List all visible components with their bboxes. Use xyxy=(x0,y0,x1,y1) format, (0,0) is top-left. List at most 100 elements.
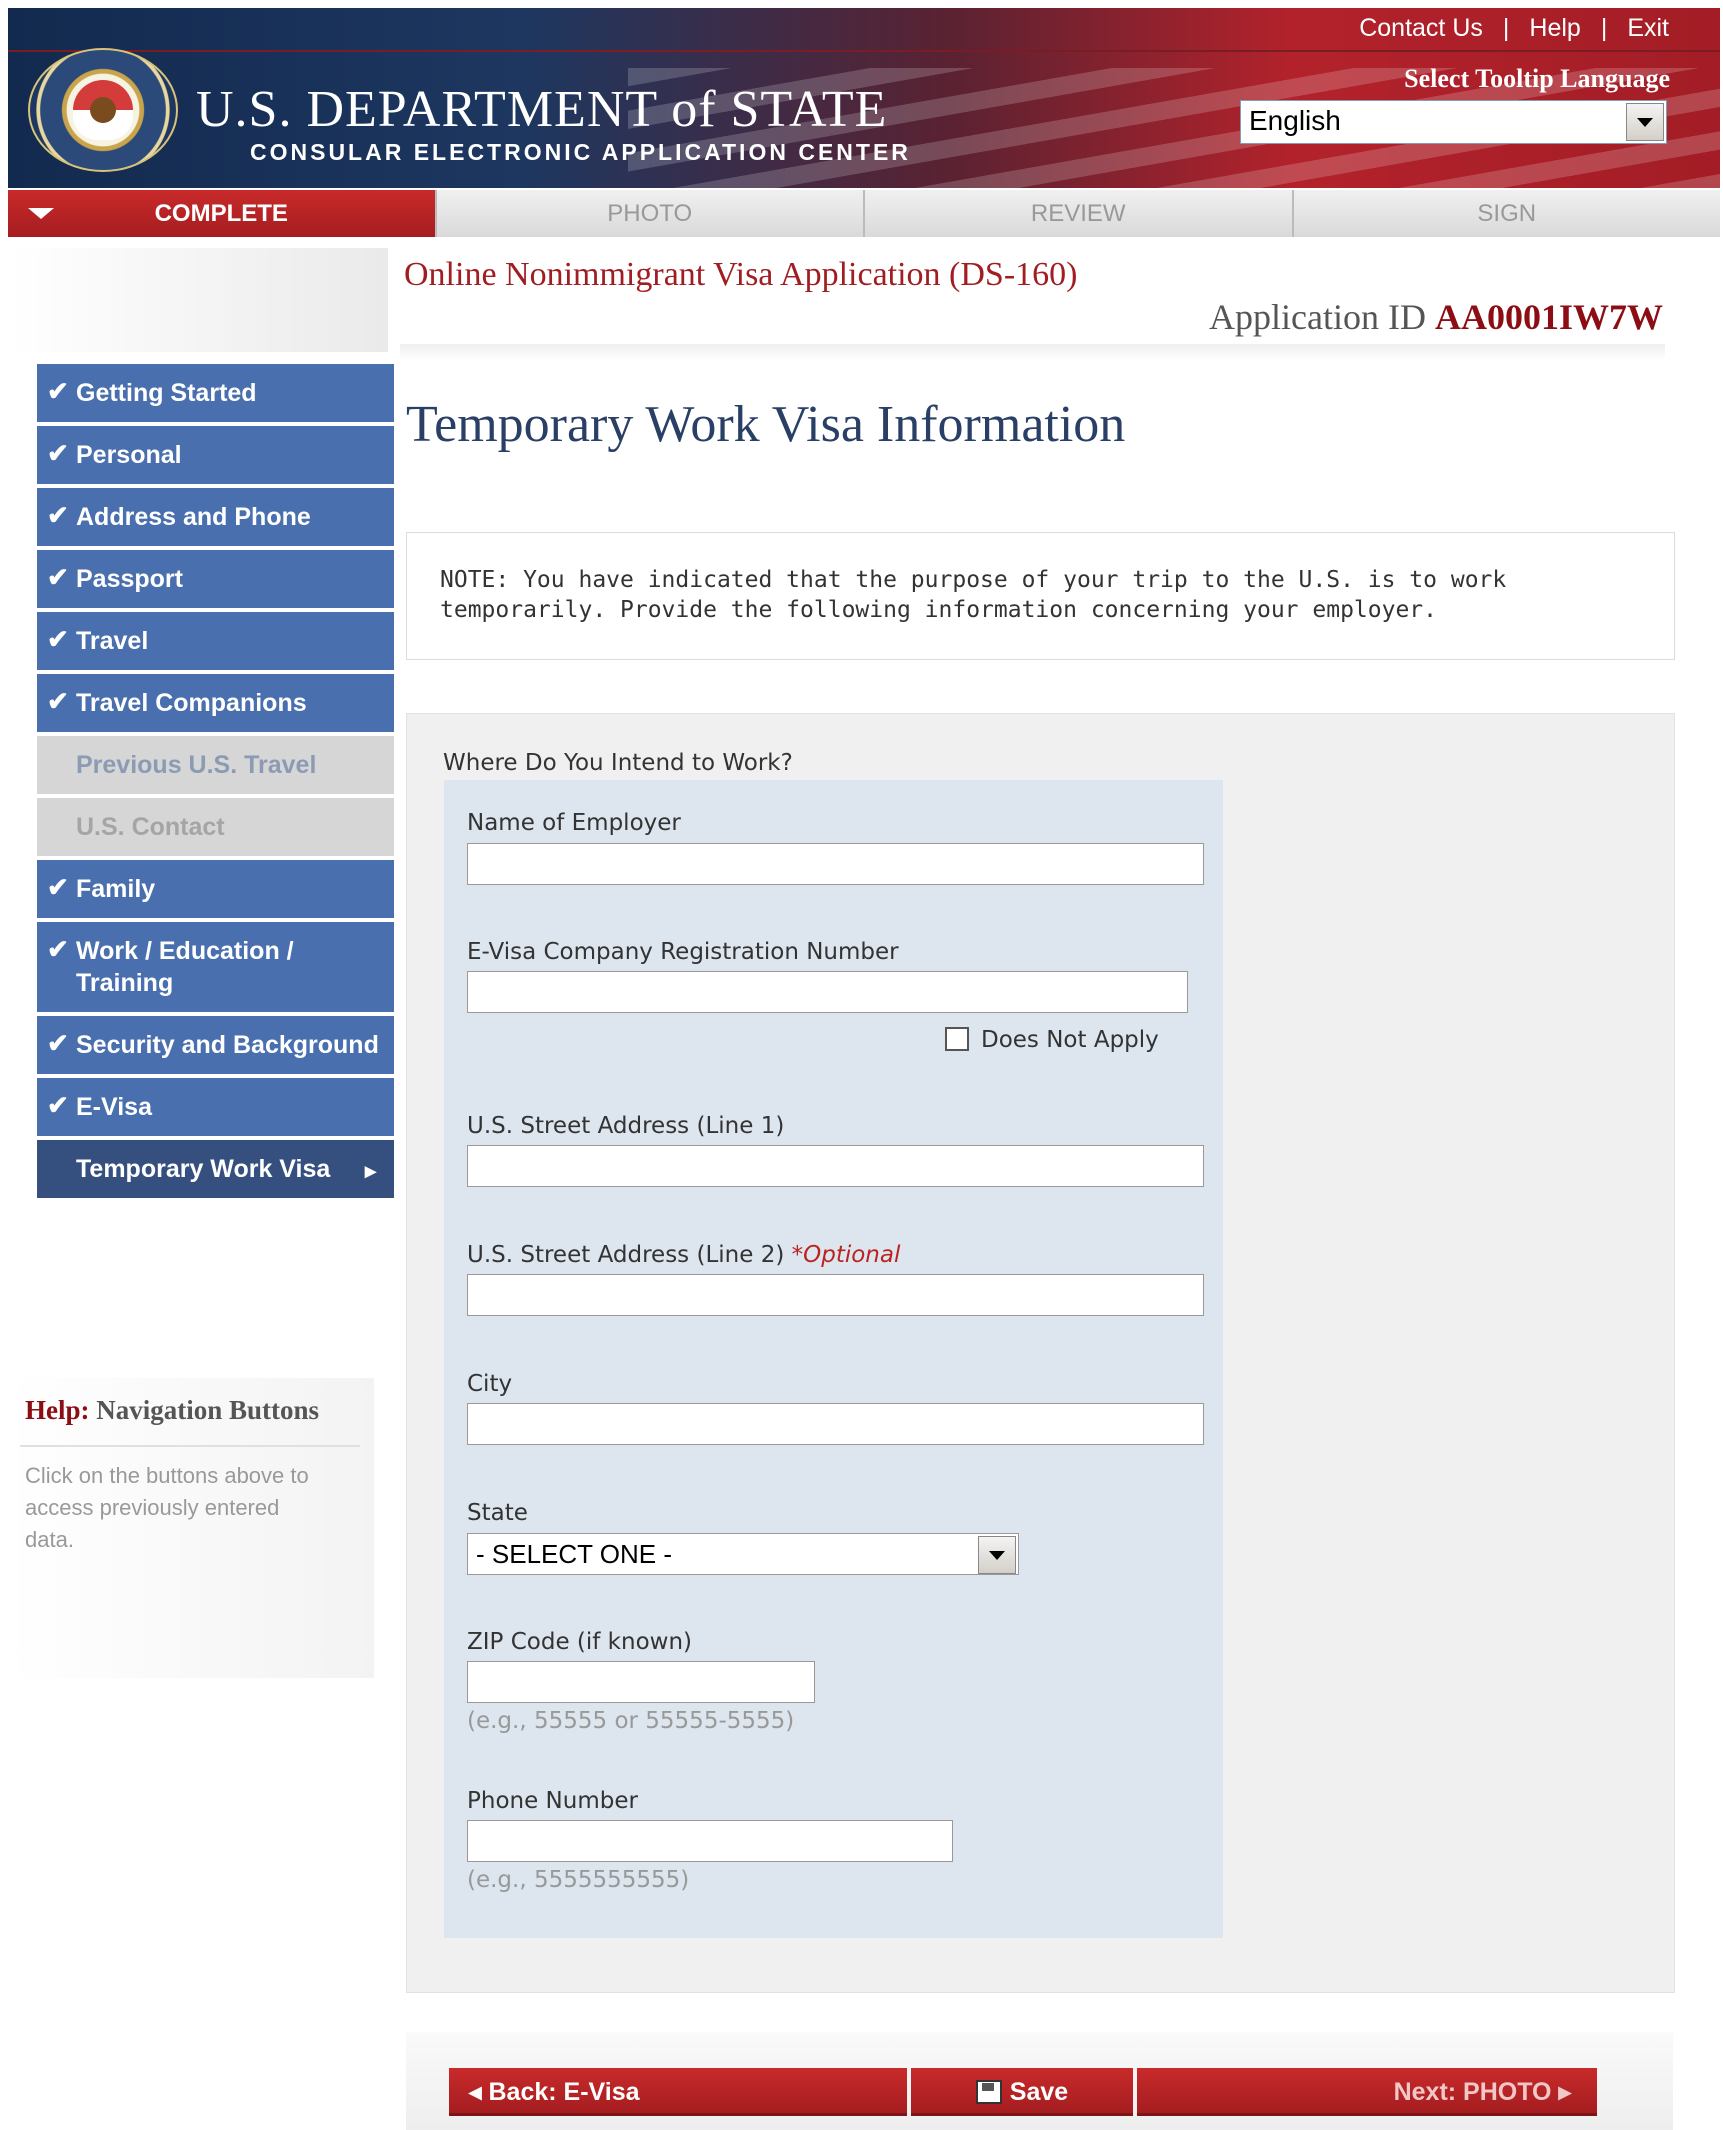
zip-input[interactable] xyxy=(467,1661,815,1703)
sidebar-item-label: Passport xyxy=(76,565,183,593)
department-subtitle: CONSULAR ELECTRONIC APPLICATION CENTER xyxy=(250,139,911,165)
contact-us-link[interactable]: Contact Us xyxy=(1359,14,1483,43)
sidebar-item-label: Travel xyxy=(76,627,149,655)
department-seal-logo xyxy=(28,48,178,172)
sidebar-item-us-contact: U.S. Contact xyxy=(37,798,394,856)
save-button-label: Save xyxy=(1009,2078,1069,2106)
sidebar-item-label: U.S. Contact xyxy=(76,813,225,841)
does-not-apply-label: Does Not Apply xyxy=(981,1027,1159,1053)
sidebar-item-label: Getting Started xyxy=(76,379,257,407)
sidebar-item-label: Address and Phone xyxy=(76,503,311,531)
tooltip-language-label: Select Tooltip Language xyxy=(1404,64,1670,93)
checkmark-icon: ✔ xyxy=(47,686,69,716)
employer-name-label: Name of Employer xyxy=(467,810,681,836)
street-address-2-label: U.S. Street Address (Line 2) *Optional xyxy=(467,1242,900,1268)
link-separator: | xyxy=(1502,14,1510,42)
city-label: City xyxy=(467,1371,513,1397)
sidebar-item-travel[interactable]: ✔ Travel xyxy=(37,612,394,670)
phone-input[interactable] xyxy=(467,1820,953,1862)
zip-label: ZIP Code (if known) xyxy=(467,1629,693,1655)
sidebar-item-family[interactable]: ✔ Family xyxy=(37,860,394,918)
state-select-value: - SELECT ONE - xyxy=(476,1539,673,1569)
street-address-2-input[interactable] xyxy=(467,1274,1204,1316)
checkmark-icon: ✔ xyxy=(47,872,69,902)
sidebar-item-passport[interactable]: ✔ Passport xyxy=(37,550,394,608)
help-title-prefix: Help: xyxy=(25,1395,90,1425)
sidebar-item-label: Security and Background xyxy=(76,1031,379,1059)
sidebar-item-e-visa[interactable]: ✔ E-Visa xyxy=(37,1078,394,1136)
checkmark-icon: ✔ xyxy=(47,624,69,654)
application-id-value: AA0001IW7W xyxy=(1434,297,1663,337)
optional-tag: *Optional xyxy=(791,1242,901,1268)
sidebar-item-travel-companions[interactable]: ✔ Travel Companions xyxy=(37,674,394,732)
chevron-down-icon[interactable] xyxy=(1626,103,1664,141)
sidebar-nav: ✔ Getting Started ✔ Personal ✔ Address and … xyxy=(37,364,394,1202)
eagle-icon xyxy=(73,80,133,140)
step-complete[interactable]: COMPLETE xyxy=(8,190,437,237)
checkmark-icon: ✔ xyxy=(47,1028,69,1058)
street-address-1-label: U.S. Street Address (Line 1) xyxy=(467,1113,785,1139)
evisa-registration-input[interactable] xyxy=(467,971,1188,1013)
checkmark-icon: ✔ xyxy=(47,500,69,530)
progress-steps: COMPLETE PHOTO REVIEW SIGN xyxy=(8,190,1720,237)
heading-rule xyxy=(400,344,1665,360)
state-select[interactable]: - SELECT ONE - xyxy=(467,1533,1019,1575)
application-id-label: Application ID xyxy=(1209,297,1426,337)
phone-label: Phone Number xyxy=(467,1788,638,1814)
note-text: NOTE: You have indicated that the purpos… xyxy=(440,567,1507,623)
sidebar-item-address-phone[interactable]: ✔ Address and Phone xyxy=(37,488,394,546)
sidebar-item-personal[interactable]: ✔ Personal xyxy=(37,426,394,484)
back-button[interactable]: ◂ Back: E-Visa xyxy=(449,2068,907,2116)
employer-name-input[interactable] xyxy=(467,843,1204,885)
save-button[interactable]: Save xyxy=(911,2068,1133,2116)
sidebar-item-label: Travel Companions xyxy=(76,689,307,717)
checkmark-icon: ✔ xyxy=(47,562,69,592)
sidebar-header-fade xyxy=(8,248,388,352)
sidebar-item-label: Temporary Work Visa xyxy=(76,1155,331,1183)
sidebar-item-label: Personal xyxy=(76,441,182,469)
top-links: Contact Us | Help | Exit xyxy=(1359,14,1669,43)
sidebar-item-label: Previous U.S. Travel xyxy=(76,751,317,779)
help-divider xyxy=(20,1445,360,1447)
help-link[interactable]: Help xyxy=(1529,14,1580,43)
sidebar-item-label: Family xyxy=(76,875,156,903)
help-title-text: Navigation Buttons xyxy=(96,1395,320,1425)
sidebar-item-temporary-work-visa[interactable]: Temporary Work Visa ▸ xyxy=(37,1140,394,1198)
state-label: State xyxy=(467,1500,528,1526)
evisa-registration-label: E-Visa Company Registration Number xyxy=(467,939,899,965)
city-input[interactable] xyxy=(467,1403,1204,1445)
step-sign[interactable]: SIGN xyxy=(1293,190,1720,237)
tooltip-language-select[interactable]: English xyxy=(1240,100,1667,144)
checkmark-icon: ✔ xyxy=(47,438,69,468)
section-title: Where Do You Intend to Work? xyxy=(443,750,793,776)
tooltip-language-value: English xyxy=(1249,105,1341,136)
next-button[interactable]: Next: PHOTO ▸ xyxy=(1137,2068,1597,2116)
phone-hint: (e.g., 5555555555) xyxy=(467,1867,690,1893)
zip-hint: (e.g., 55555 or 55555-5555) xyxy=(467,1708,795,1734)
sidebar-item-security-background[interactable]: ✔ Security and Background xyxy=(37,1016,394,1074)
sidebar-item-label: E-Visa xyxy=(76,1093,152,1121)
sidebar-item-getting-started[interactable]: ✔ Getting Started xyxy=(37,364,394,422)
application-title: Online Nonimmigrant Visa Application (DS… xyxy=(404,256,1078,293)
sidebar-item-previous-us-travel: Previous U.S. Travel xyxy=(37,736,394,794)
link-separator: | xyxy=(1600,14,1608,42)
step-photo[interactable]: PHOTO xyxy=(436,190,865,237)
step-review[interactable]: REVIEW xyxy=(865,190,1294,237)
application-id: Application ID AA0001IW7W xyxy=(1209,296,1663,338)
checkmark-icon: ✔ xyxy=(47,934,69,964)
help-text: Click on the buttons above to access pre… xyxy=(25,1463,309,1552)
floppy-disk-icon xyxy=(975,2080,1002,2104)
checkmark-icon: ✔ xyxy=(47,1090,69,1120)
checkmark-icon: ✔ xyxy=(47,376,69,406)
exit-link[interactable]: Exit xyxy=(1627,14,1669,43)
header-divider xyxy=(8,50,1720,52)
street-address-2-label-text: U.S. Street Address (Line 2) xyxy=(467,1242,785,1268)
help-title: Help: Navigation Buttons xyxy=(25,1395,319,1426)
caret-right-icon: ▸ xyxy=(364,1158,376,1183)
department-title: U.S. DEPARTMENT of STATE xyxy=(196,81,888,138)
does-not-apply-checkbox[interactable] xyxy=(945,1027,969,1051)
sidebar-item-label: Work / Education / Training xyxy=(76,937,294,997)
chevron-down-icon[interactable] xyxy=(978,1536,1016,1574)
street-address-1-input[interactable] xyxy=(467,1145,1204,1187)
sidebar-item-work-education[interactable]: ✔ Work / Education / Training xyxy=(37,922,394,1012)
